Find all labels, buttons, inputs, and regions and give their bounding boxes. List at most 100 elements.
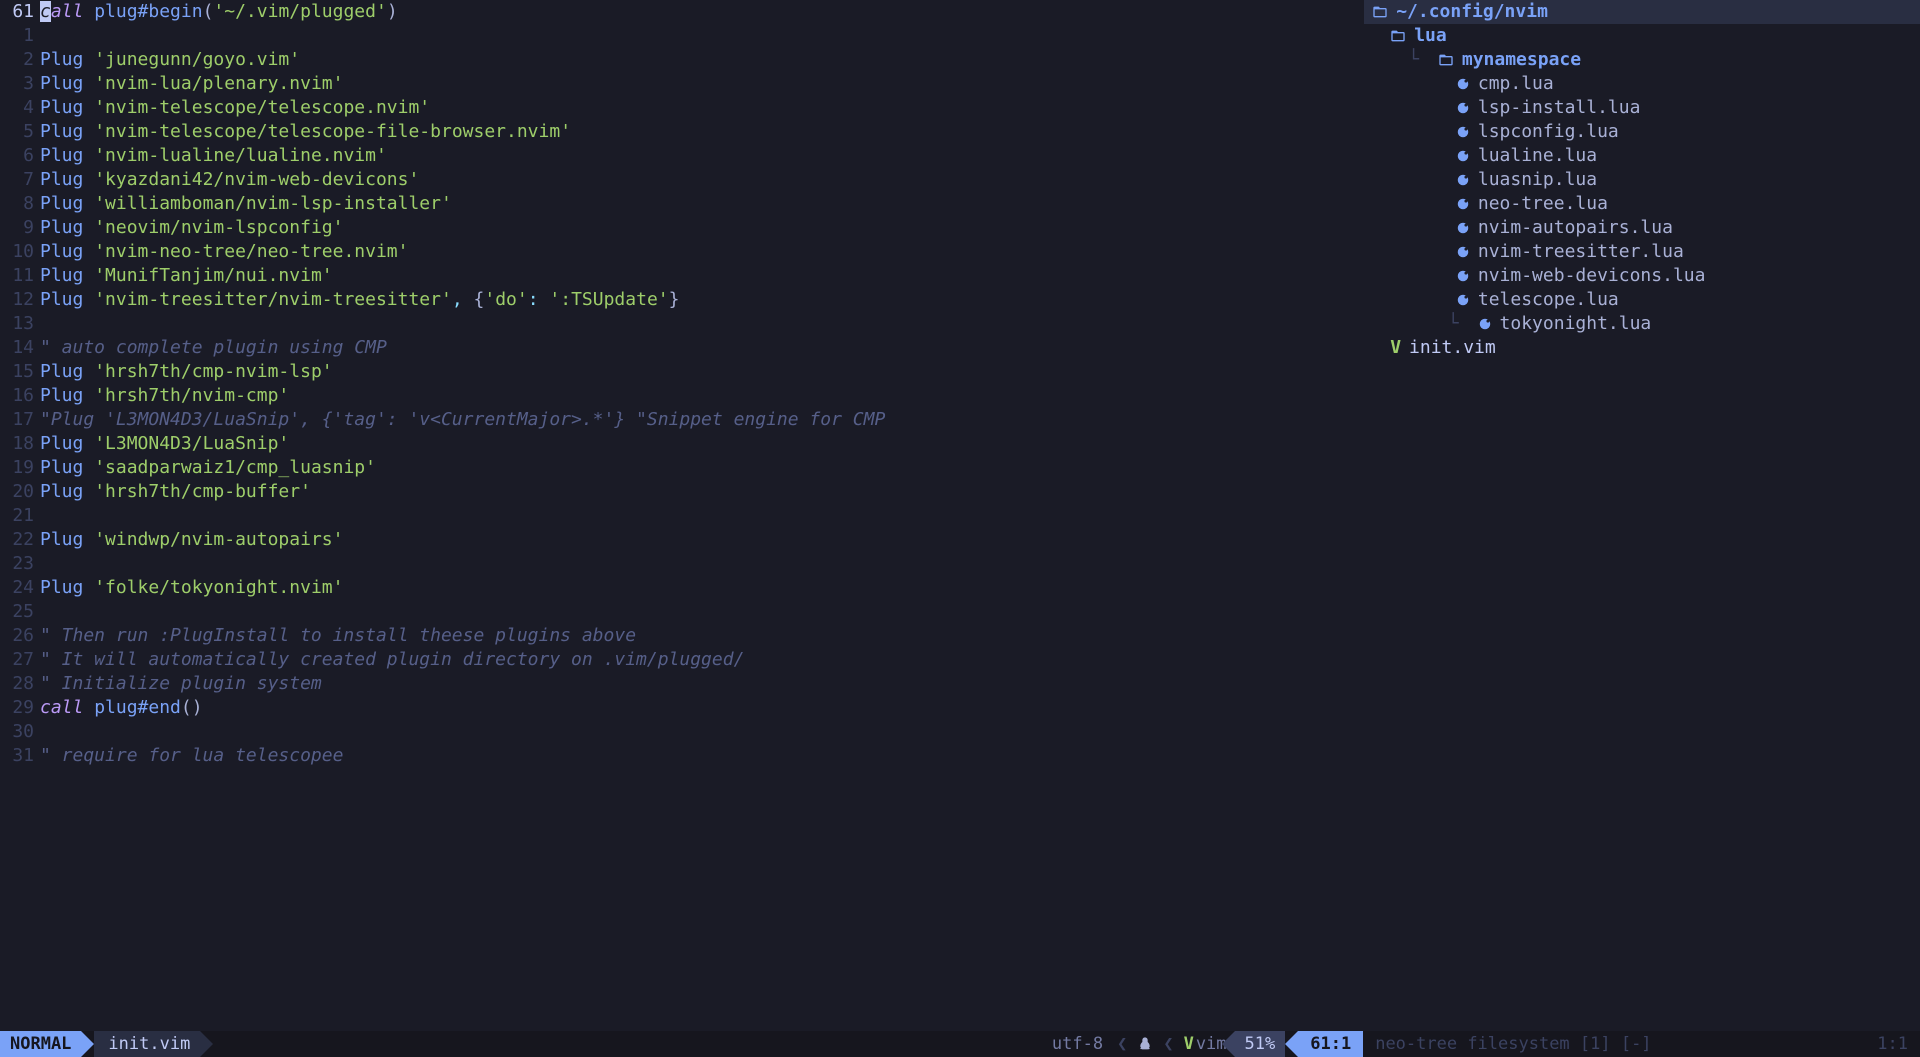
code-line[interactable] [40, 552, 1363, 576]
line-number: 18 [0, 432, 34, 456]
line-number: 25 [0, 600, 34, 624]
code-line[interactable]: Plug 'nvim-telescope/telescope-file-brow… [40, 120, 1363, 144]
tree-item-label: nvim-treesitter.lua [1478, 240, 1684, 264]
tree-root-header[interactable]: ~/.config/nvim [1364, 0, 1920, 24]
code-line[interactable]: Plug 'kyazdani42/nvim-web-devicons' [40, 168, 1363, 192]
token-comment: " It will automatically created plugin d… [40, 649, 744, 670]
code-line[interactable] [40, 504, 1363, 528]
code-line[interactable]: Plug 'nvim-lua/plenary.nvim' [40, 72, 1363, 96]
code-line[interactable]: call plug#begin('~/.vim/plugged') [40, 0, 1363, 24]
token-str: 'do' [484, 289, 527, 310]
tree-file[interactable]: Vinit.vim [1372, 336, 1920, 360]
line-number: 30 [0, 720, 34, 744]
code-line[interactable]: Plug 'nvim-treesitter/nvim-treesitter', … [40, 288, 1363, 312]
code-area[interactable]: call plug#begin('~/.vim/plugged') Plug 'j… [40, 0, 1363, 1031]
code-line[interactable]: Plug 'windwp/nvim-autopairs' [40, 528, 1363, 552]
tree-file[interactable]: lspconfig.lua [1372, 120, 1920, 144]
code-line[interactable] [40, 312, 1363, 336]
token-func: plug#end [94, 697, 181, 718]
tree-file[interactable]: luasnip.lua [1372, 168, 1920, 192]
line-number: 11 [0, 264, 34, 288]
tree-item-label: lspconfig.lua [1478, 120, 1619, 144]
token-txt [83, 457, 94, 478]
code-line[interactable]: Plug 'hrsh7th/cmp-buffer' [40, 480, 1363, 504]
token-kw: all [51, 1, 84, 22]
code-line[interactable]: call plug#end() [40, 696, 1363, 720]
editor-pane[interactable]: 6112345678910111213141516171819202122232… [0, 0, 1363, 1031]
token-func: Plug [40, 73, 83, 94]
line-number: 5 [0, 120, 34, 144]
token-func: Plug [40, 265, 83, 286]
token-str: 'nvim-neo-tree/neo-tree.nvim' [94, 241, 408, 262]
tree-file[interactable]: └ tokyonight.lua [1372, 312, 1920, 336]
encoding-segment: utf-8 [1042, 1031, 1113, 1057]
file-tree-pane[interactable]: ~/.config/nvim lua└ mynamespace cmp.lua … [1363, 0, 1920, 1031]
code-line[interactable]: Plug 'nvim-lualine/lualine.nvim' [40, 144, 1363, 168]
code-line[interactable]: " Then run :PlugInstall to install thees… [40, 624, 1363, 648]
token-comment: " require for lua telescopee [40, 745, 343, 766]
line-number: 10 [0, 240, 34, 264]
line-number: 23 [0, 552, 34, 576]
tree-file[interactable]: telescope.lua [1372, 288, 1920, 312]
line-number: 61 [0, 0, 34, 24]
code-line[interactable]: Plug 'neovim/nvim-lspconfig' [40, 216, 1363, 240]
token-txt [83, 97, 94, 118]
tree-folder[interactable]: lua [1372, 24, 1920, 48]
tree-guide [1426, 96, 1448, 120]
code-line[interactable]: Plug 'hrsh7th/nvim-cmp' [40, 384, 1363, 408]
lua-file-icon [1456, 101, 1470, 115]
split-panes: 6112345678910111213141516171819202122232… [0, 0, 1920, 1031]
tree-file[interactable]: lualine.lua [1372, 144, 1920, 168]
token-txt [83, 49, 94, 70]
token-txt [83, 265, 94, 286]
lua-file-icon [1456, 77, 1470, 91]
line-number: 9 [0, 216, 34, 240]
token-func: Plug [40, 121, 83, 142]
code-line[interactable]: Plug 'nvim-neo-tree/neo-tree.nvim' [40, 240, 1363, 264]
token-func: Plug [40, 97, 83, 118]
line-number: 19 [0, 456, 34, 480]
code-line[interactable]: Plug 'nvim-telescope/telescope.nvim' [40, 96, 1363, 120]
code-line[interactable]: Plug 'williamboman/nvim-lsp-installer' [40, 192, 1363, 216]
tree-file[interactable]: nvim-autopairs.lua [1372, 216, 1920, 240]
code-line[interactable]: " It will automatically created plugin d… [40, 648, 1363, 672]
line-number: 4 [0, 96, 34, 120]
line-number: 17 [0, 408, 34, 432]
tree-guide [1426, 72, 1448, 96]
code-line[interactable] [40, 600, 1363, 624]
lua-file-icon [1456, 245, 1470, 259]
token-func: Plug [40, 529, 83, 550]
code-line[interactable]: " Initialize plugin system [40, 672, 1363, 696]
chevron-left-icon: ❮ [1113, 1031, 1131, 1057]
token-txt [83, 361, 94, 382]
tree-file[interactable]: nvim-web-devicons.lua [1372, 264, 1920, 288]
inactive-position: 1:1 [1877, 1031, 1908, 1057]
code-line[interactable]: Plug 'saadparwaiz1/cmp_luasnip' [40, 456, 1363, 480]
code-line[interactable] [40, 720, 1363, 744]
code-line[interactable] [40, 24, 1363, 48]
lua-file-icon [1456, 197, 1470, 211]
statusline-right: utf-8 ❮ ❮ V vim 51% 61:1 [1042, 1031, 1363, 1057]
line-number: 3 [0, 72, 34, 96]
line-number: 1 [0, 24, 34, 48]
tree-file[interactable]: neo-tree.lua [1372, 192, 1920, 216]
tree-guide [1426, 192, 1448, 216]
code-line[interactable]: Plug 'MunifTanjim/nui.nvim' [40, 264, 1363, 288]
token-txt [83, 577, 94, 598]
token-txt [83, 169, 94, 190]
code-line[interactable]: Plug 'folke/tokyonight.nvim' [40, 576, 1363, 600]
code-line[interactable]: "Plug 'L3MON4D3/LuaSnip', {'tag': 'v<Cur… [40, 408, 1363, 432]
code-line[interactable]: Plug 'hrsh7th/cmp-nvim-lsp' [40, 360, 1363, 384]
code-line[interactable]: Plug 'L3MON4D3/LuaSnip' [40, 432, 1363, 456]
tree-file[interactable]: cmp.lua [1372, 72, 1920, 96]
code-line[interactable]: Plug 'junegunn/goyo.vim' [40, 48, 1363, 72]
token-func: plug#begin [94, 1, 202, 22]
code-line[interactable]: " require for lua telescopee [40, 744, 1363, 768]
code-line[interactable]: " auto complete plugin using CMP [40, 336, 1363, 360]
tree-file[interactable]: nvim-treesitter.lua [1372, 240, 1920, 264]
tree-folder[interactable]: └ mynamespace [1372, 48, 1920, 72]
tree-file[interactable]: lsp-install.lua [1372, 96, 1920, 120]
vim-icon: V [1178, 1031, 1196, 1057]
token-str: 'nvim-telescope/telescope.nvim' [94, 97, 430, 118]
line-number: 31 [0, 744, 34, 768]
